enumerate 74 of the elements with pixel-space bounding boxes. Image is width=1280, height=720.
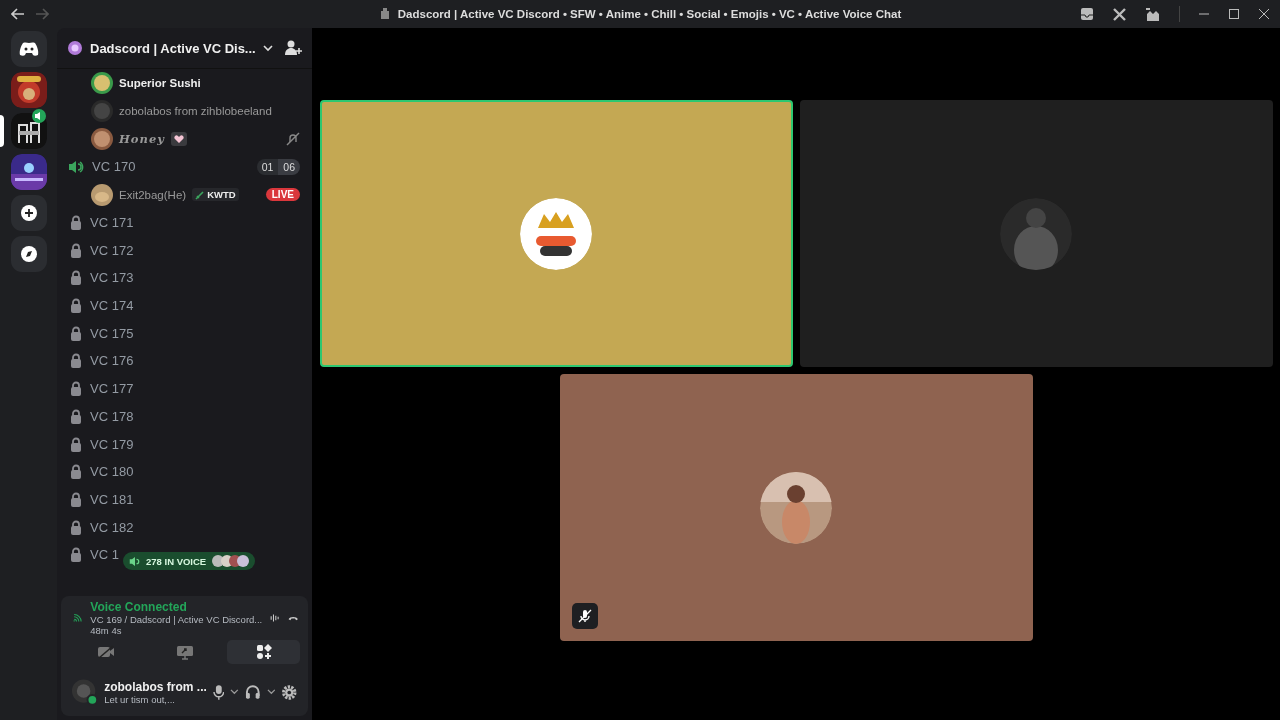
avatar-stack-icon [211,554,250,568]
lock-icon [70,353,82,369]
channel-path[interactable]: VC 169 / Dadscord | Active VC Discord... [90,614,263,625]
invite-icon[interactable] [285,40,302,56]
lock-icon [70,381,82,397]
user-name[interactable]: zobolabos from ... [104,679,207,694]
lock-icon [70,215,82,231]
channel-name[interactable]: VC 171 [90,215,134,231]
close-icon[interactable] [1258,8,1270,20]
lock-icon [70,325,82,341]
channel-name[interactable]: VC 172 [90,242,134,258]
home-button[interactable] [10,31,47,67]
user-avatar[interactable] [91,183,113,206]
sword-icon [195,189,206,200]
channel-name[interactable]: VC 182 [90,519,134,535]
lock-icon [70,491,82,507]
lock-icon [70,547,82,563]
server-name[interactable]: Dadscord | Active VC Dis... [90,40,256,56]
user-avatar[interactable] [91,128,113,150]
video-tile[interactable] [799,100,1273,367]
lock-icon [70,408,82,424]
add-server-button[interactable] [10,195,47,231]
microphone-icon[interactable] [212,684,225,700]
user-name[interactable]: Exit2bag(He) [119,188,187,201]
channel-name[interactable]: VC 173 [90,270,134,286]
server-emblem-icon [67,40,83,56]
live-badge: LIVE [265,188,300,202]
speaker-icon [68,159,84,174]
channel-name[interactable]: VC 170 [92,159,136,175]
maximize-icon[interactable] [1228,8,1240,20]
chevron-icon[interactable] [266,689,276,695]
user-avatar[interactable] [91,72,113,94]
lock-icon [70,464,82,480]
in-voice-badge[interactable]: 278 IN VOICE [123,552,256,570]
connection-status[interactable]: Voice Connected [90,600,263,614]
video-tile[interactable] [319,100,793,367]
channel-name[interactable]: VC 178 [90,408,134,424]
headphones-icon[interactable] [245,684,261,700]
speaker-icon [129,555,141,567]
lock-icon [70,242,82,258]
channel-name[interactable]: VC 177 [90,381,134,397]
activities-icon [255,644,272,660]
elapsed-time: 48m 4s [90,625,123,636]
user-name[interactable]: Superior Sushi [119,77,201,89]
video-tile[interactable] [559,374,1033,641]
plus-icon [20,205,37,221]
lock-icon [70,436,82,452]
channel-name[interactable]: VC 181 [90,491,134,507]
compass-icon [20,246,37,262]
channel-name[interactable]: VC 175 [90,325,134,341]
channel-name[interactable]: VC 179 [90,436,134,452]
explore-button[interactable] [10,236,47,272]
channel-name[interactable]: VC 174 [90,298,134,314]
settings-icon[interactable] [281,683,298,701]
lock-icon [70,519,82,535]
channel-name[interactable]: VC 180 [90,464,134,480]
back-icon[interactable] [11,8,25,20]
user-count: 01 06 [256,158,300,175]
user-name[interactable]: Honey [119,132,165,146]
chevron-icon[interactable] [230,689,240,695]
channel-name[interactable]: VC 1 [90,547,119,563]
activities-button[interactable] [227,640,300,664]
lock-icon [70,270,82,286]
window-title: Dadscord | Active VC Discord • SFW • Anime • Chill • Social • Emojis • VC • Active Voice Chat [397,8,902,20]
tag-text: KWTD [207,189,236,201]
screen-share-icon [175,644,194,660]
camera-off-icon [96,645,115,659]
channel-name[interactable]: VC 176 [90,353,134,369]
inbox-icon[interactable] [1080,7,1094,21]
user-name[interactable]: zobolabos from zihblobeeland [119,105,272,117]
controller-icon [18,41,39,57]
user-avatar[interactable] [71,678,99,706]
user-status: Let ur tism out,... [104,693,176,705]
lock-icon [70,298,82,314]
